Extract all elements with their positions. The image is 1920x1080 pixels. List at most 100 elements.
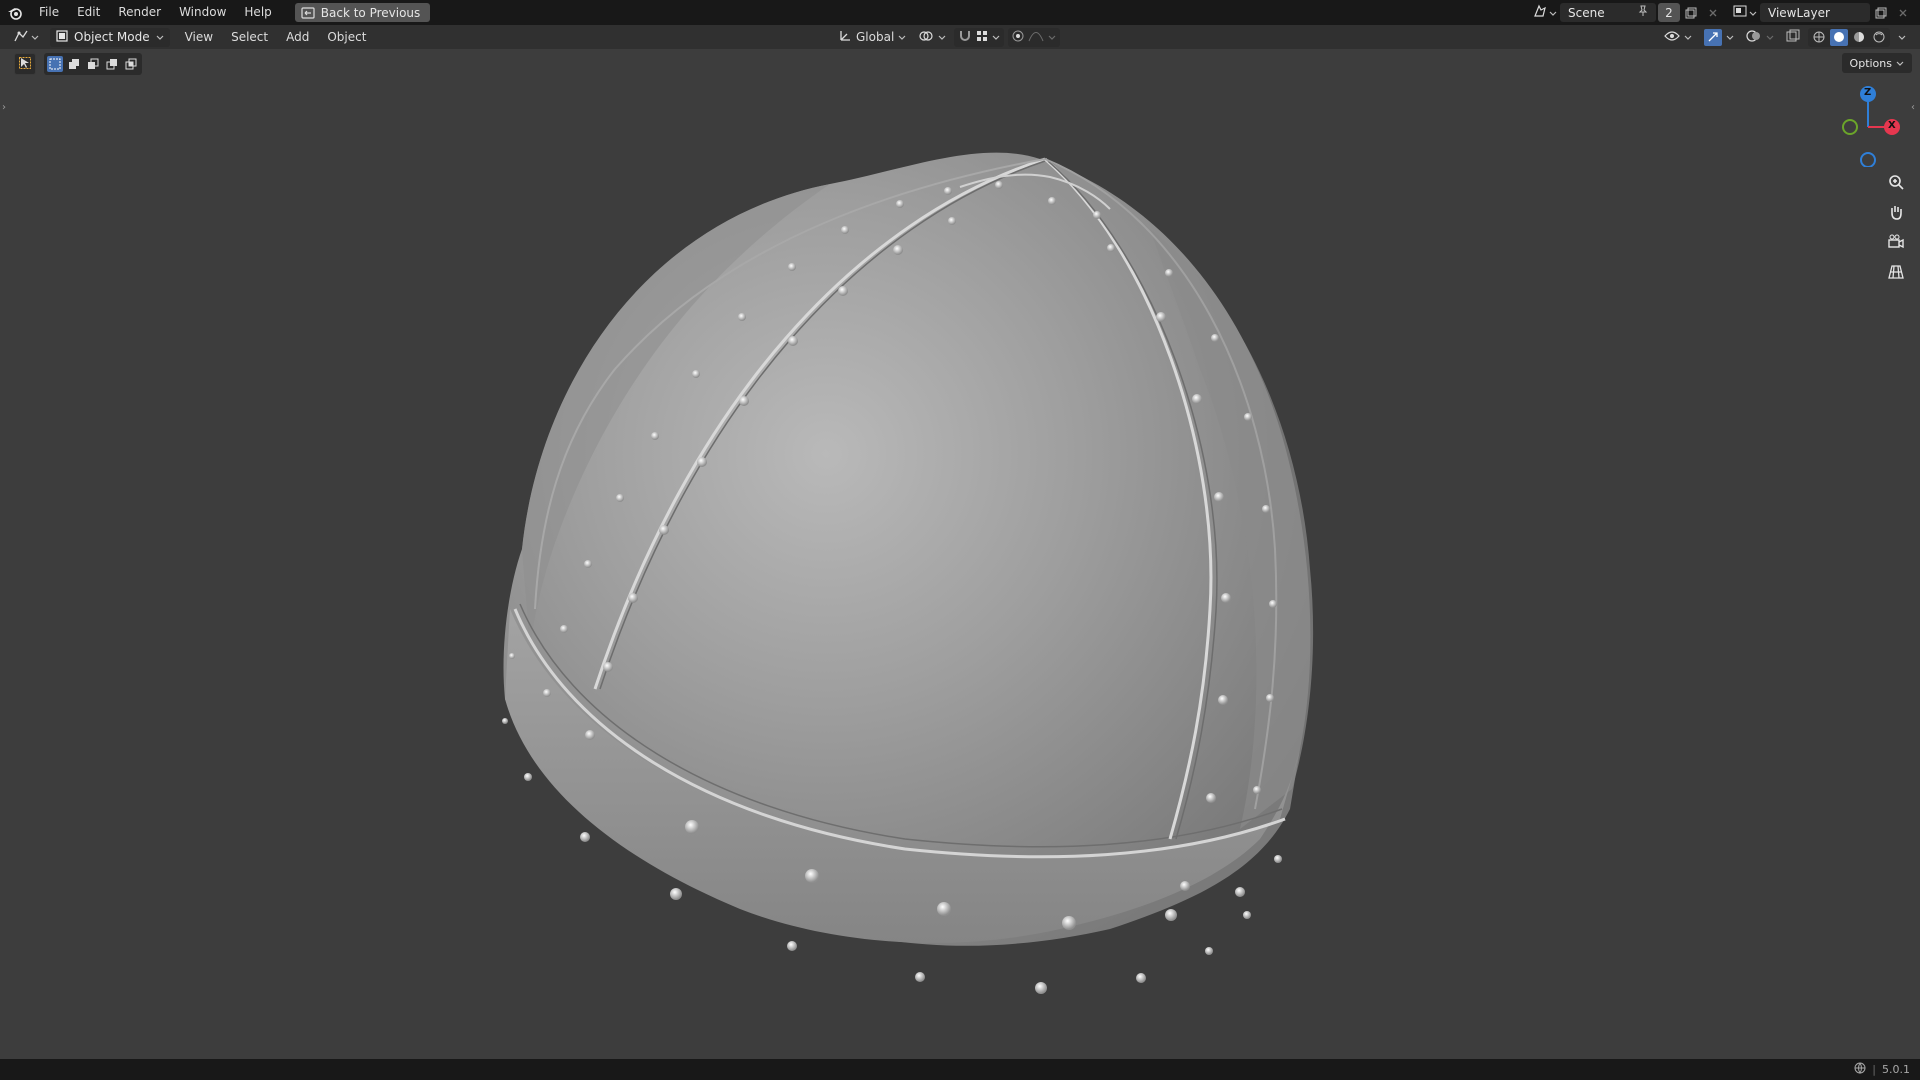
back-to-previous-label: Back to Previous bbox=[320, 5, 421, 20]
z-axis-negative-handle bbox=[1860, 152, 1876, 168]
scene-name-field[interactable]: Scene bbox=[1560, 3, 1656, 22]
version-label: 5.0.1 bbox=[1882, 1063, 1910, 1076]
chevron-down-icon bbox=[1896, 57, 1904, 70]
y-axis-negative-handle bbox=[1842, 119, 1858, 135]
chevron-down-icon bbox=[156, 30, 164, 44]
object-visibility-dropdown[interactable] bbox=[1660, 28, 1696, 47]
chevron-down-icon bbox=[1898, 30, 1906, 44]
viewport-header: Object Mode View Select Add Object Globa… bbox=[0, 25, 1920, 49]
status-bar: | 5.0.1 bbox=[0, 1059, 1920, 1080]
menu-window[interactable]: Window bbox=[170, 0, 235, 25]
rendered-shading-button[interactable] bbox=[1870, 29, 1888, 46]
menu-add[interactable]: Add bbox=[277, 25, 318, 49]
orientation-label: Global bbox=[856, 30, 895, 44]
view-layer-name: ViewLayer bbox=[1768, 5, 1830, 20]
select-tool-button[interactable] bbox=[14, 53, 36, 75]
menu-view[interactable]: View bbox=[176, 25, 222, 49]
chevron-down-icon bbox=[31, 30, 39, 44]
scene-browse-button[interactable] bbox=[1530, 3, 1560, 22]
shading-mode-group bbox=[1808, 27, 1890, 47]
back-to-previous-button[interactable]: Back to Previous bbox=[294, 3, 431, 22]
select-subtract-button[interactable] bbox=[85, 56, 101, 72]
menu-edit[interactable]: Edit bbox=[68, 0, 109, 25]
camera-icon[interactable] bbox=[1882, 228, 1910, 256]
transform-orientation-dropdown[interactable]: Global bbox=[834, 28, 910, 47]
object-mode-dropdown[interactable]: Object Mode bbox=[50, 27, 170, 47]
shading-options-dropdown[interactable] bbox=[1894, 28, 1910, 47]
editor-type-button[interactable] bbox=[6, 25, 46, 49]
grid-icon[interactable] bbox=[1882, 258, 1910, 286]
toolbar-toggle-arrow[interactable]: › bbox=[2, 102, 6, 113]
overlays-toggle[interactable] bbox=[1742, 28, 1778, 47]
view-layer-icon bbox=[1733, 5, 1747, 20]
chevron-down-icon bbox=[898, 30, 906, 44]
chevron-down-icon bbox=[938, 30, 946, 44]
menu-help[interactable]: Help bbox=[235, 0, 280, 25]
delete-scene-icon[interactable] bbox=[1702, 3, 1724, 22]
chevron-down-icon bbox=[1549, 6, 1557, 20]
pin-icon[interactable] bbox=[1638, 5, 1648, 20]
select-extend-button[interactable] bbox=[66, 56, 82, 72]
chevron-down-icon bbox=[1684, 30, 1692, 44]
version-divider: | bbox=[1872, 1063, 1876, 1076]
view-layer-field[interactable]: ViewLayer bbox=[1760, 3, 1870, 22]
magnet-icon bbox=[958, 29, 972, 46]
cursor-icon bbox=[19, 56, 31, 72]
material-shading-button[interactable] bbox=[1850, 29, 1868, 46]
options-label: Options bbox=[1849, 56, 1892, 70]
new-scene-icon[interactable] bbox=[1680, 3, 1702, 22]
menu-select[interactable]: Select bbox=[222, 25, 277, 49]
menu-render[interactable]: Render bbox=[109, 0, 170, 25]
proportional-editing-toggle[interactable] bbox=[1008, 27, 1061, 47]
top-bar: File Edit Render Window Help Back to Pre… bbox=[0, 0, 1920, 25]
eye-icon bbox=[1664, 30, 1680, 45]
menu-object[interactable]: Object bbox=[318, 25, 375, 49]
chevron-down-icon bbox=[1766, 30, 1774, 44]
wireframe-shading-button[interactable] bbox=[1810, 29, 1828, 46]
orientation-icon bbox=[838, 29, 852, 46]
select-invert-button[interactable] bbox=[104, 56, 120, 72]
falloff-icon bbox=[1028, 30, 1044, 45]
new-view-layer-icon[interactable] bbox=[1870, 3, 1892, 22]
blender-logo-icon[interactable] bbox=[0, 0, 30, 25]
chevron-down-icon bbox=[1048, 30, 1056, 44]
chevron-down-icon bbox=[1749, 6, 1757, 20]
hand-icon[interactable] bbox=[1882, 198, 1910, 226]
gizmo-toggle[interactable] bbox=[1700, 28, 1738, 47]
zoom-icon[interactable] bbox=[1882, 168, 1910, 196]
tool-settings-row bbox=[14, 53, 142, 75]
z-axis-label: Z bbox=[1864, 87, 1872, 98]
scene-icon bbox=[1533, 4, 1547, 21]
version-info: | 5.0.1 bbox=[1854, 1059, 1910, 1080]
pivot-icon bbox=[918, 29, 934, 46]
globe-icon bbox=[1854, 1062, 1866, 1077]
screen-back-icon bbox=[301, 6, 315, 19]
view-layer-browse-button[interactable] bbox=[1730, 3, 1760, 22]
proportional-icon bbox=[1012, 30, 1024, 45]
select-intersect-button[interactable] bbox=[123, 56, 139, 72]
xray-icon bbox=[1786, 29, 1800, 46]
object-mode-label: Object Mode bbox=[74, 30, 150, 44]
solid-shading-button[interactable] bbox=[1830, 28, 1848, 46]
object-mode-icon bbox=[56, 29, 68, 45]
gizmo-icon bbox=[1704, 28, 1722, 46]
delete-view-layer-icon[interactable] bbox=[1892, 3, 1914, 22]
selection-mode-group bbox=[44, 53, 142, 75]
3d-viewport[interactable] bbox=[0, 49, 1920, 1059]
menu-file[interactable]: File bbox=[30, 0, 68, 25]
helmet-model[interactable] bbox=[0, 49, 1920, 1059]
navigation-gizmo[interactable]: Z X bbox=[1834, 85, 1914, 168]
scene-name: Scene bbox=[1568, 5, 1605, 20]
x-axis-label: X bbox=[1888, 120, 1896, 131]
chevron-down-icon bbox=[1726, 30, 1734, 44]
options-dropdown[interactable]: Options bbox=[1841, 53, 1912, 73]
editor-type-icon bbox=[13, 29, 29, 46]
overlays-icon bbox=[1746, 29, 1762, 46]
chevron-down-icon bbox=[992, 30, 1000, 44]
scene-users-count[interactable]: 2 bbox=[1658, 3, 1680, 22]
xray-toggle[interactable] bbox=[1782, 28, 1804, 47]
snap-grid-icon bbox=[976, 30, 988, 45]
select-new-button[interactable] bbox=[47, 56, 63, 72]
pivot-point-dropdown[interactable] bbox=[914, 28, 950, 47]
snap-toggle[interactable] bbox=[954, 27, 1005, 47]
